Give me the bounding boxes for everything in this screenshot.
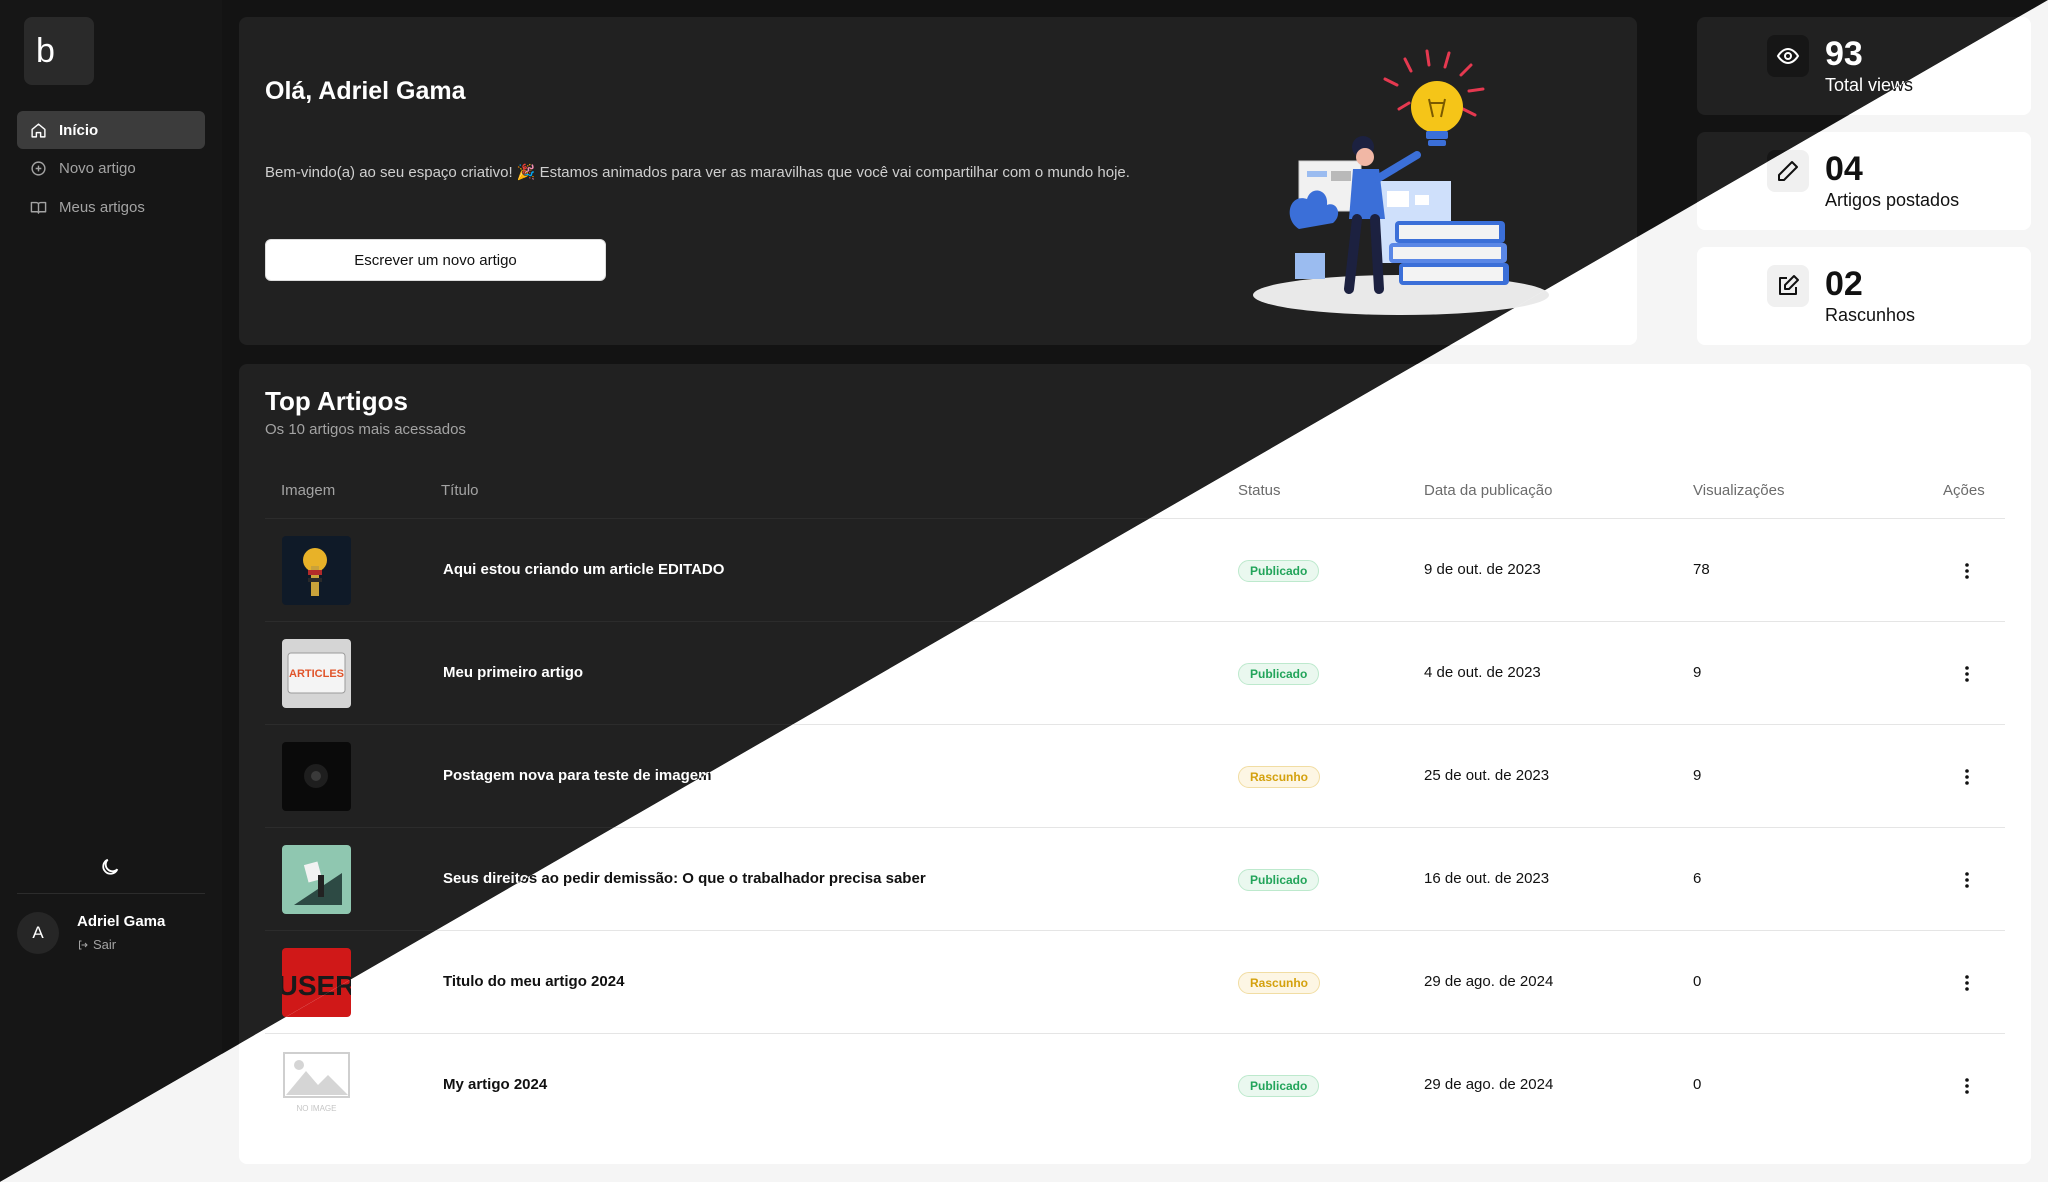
view-count: 6 (1693, 870, 1702, 887)
col-header-views: Visualizações (1693, 482, 1785, 499)
stat-value: 04 (1825, 150, 1863, 188)
thumb-articles-text: ARTICLES (289, 668, 344, 680)
more-vertical-icon[interactable] (1955, 559, 1979, 583)
status-badge: Publicado (1238, 869, 1320, 891)
sidebar-item-label: Novo artigo (59, 159, 136, 177)
publish-date: 29 de ago. de 2024 (1424, 973, 1554, 990)
sidebar-item-label: Início (59, 121, 99, 139)
sidebar-item-inicio[interactable]: Início (17, 111, 205, 149)
status-badge: Publicado (1238, 663, 1320, 685)
col-header-actions: Ações (1943, 482, 1985, 499)
publish-date: 25 de out. de 2023 (1424, 767, 1550, 784)
publish-date: 9 de out. de 2023 (1424, 561, 1541, 578)
publish-date: 16 de out. de 2023 (1424, 870, 1550, 887)
table-row[interactable]: USER Titulo do meu artigo 2024 Rascunho … (265, 931, 2005, 1034)
more-vertical-icon[interactable] (1955, 765, 1979, 789)
article-title[interactable]: Meu primeiro artigo (443, 664, 583, 681)
stat-label: Rascunhos (1825, 305, 1916, 325)
plus-circle-icon (31, 160, 46, 176)
more-vertical-icon[interactable] (1955, 971, 1979, 995)
eye-icon (1767, 35, 1809, 77)
article-title[interactable]: My artigo 2024 (443, 1076, 547, 1093)
article-thumbnail: ARTICLES (282, 639, 351, 708)
col-header-image: Imagem (281, 482, 336, 499)
more-vertical-icon[interactable] (1955, 1074, 1979, 1098)
sidebar-item-meus-artigos[interactable]: Meus artigos (17, 188, 205, 226)
book-open-icon (30, 201, 47, 214)
stat-card-drafts: 02 Rascunhos (1697, 247, 2031, 345)
edit-square-icon (1767, 265, 1809, 307)
view-count: 0 (1693, 1076, 1702, 1093)
publish-date: 4 de out. de 2023 (1424, 664, 1541, 681)
status-badge: Publicado (1238, 1075, 1320, 1097)
article-title[interactable]: Postagem nova para teste de imagem (443, 767, 711, 784)
table-row[interactable]: NO IMAGE My artigo 2024 Publicado 29 de … (265, 1034, 2005, 1137)
stat-value: 93 (1825, 35, 1863, 73)
sidebar: b Início Novo artigo Meus artigos A Adri… (0, 0, 222, 1182)
status-badge: Publicado (1238, 560, 1320, 582)
sidebar-divider (17, 893, 205, 894)
status-badge: Rascunho (1238, 766, 1321, 788)
signout-link[interactable]: Sair (77, 937, 116, 952)
view-count: 0 (1693, 973, 1702, 990)
write-article-button[interactable]: Escrever um novo artigo (265, 239, 606, 281)
view-count: 78 (1693, 561, 1710, 578)
article-title[interactable]: Aqui estou criando um article EDITADO (443, 561, 724, 578)
signout-label: Sair (93, 937, 117, 952)
col-header-status: Status (1238, 482, 1281, 499)
article-thumbnail (282, 536, 351, 605)
welcome-message: Bem-vindo(a) ao seu espaço criativo! 🎉 E… (265, 164, 1130, 181)
status-badge: Rascunho (1238, 972, 1321, 994)
stat-label: Artigos postados (1825, 190, 1960, 210)
avatar[interactable]: A (17, 912, 59, 954)
home-icon (31, 122, 46, 138)
col-header-date: Data da publicação (1424, 482, 1553, 499)
thumb-no-image-text: NO IMAGE (296, 1104, 336, 1113)
stat-value: 02 (1825, 265, 1863, 303)
welcome-card: Olá, Adriel Gama Bem-vindo(a) ao seu esp… (239, 17, 1637, 345)
section-title: Top Artigos (265, 386, 408, 416)
logout-icon (79, 940, 88, 949)
sidebar-item-novo-artigo[interactable]: Novo artigo (17, 149, 205, 187)
article-title[interactable]: Titulo do meu artigo 2024 (443, 973, 624, 990)
more-vertical-icon[interactable] (1955, 868, 1979, 892)
app-logo[interactable]: b (24, 17, 94, 85)
article-thumbnail: NO IMAGE (282, 1051, 351, 1120)
publish-date: 29 de ago. de 2024 (1424, 1076, 1554, 1093)
more-vertical-icon[interactable] (1955, 662, 1979, 686)
user-name: Adriel Gama (77, 913, 166, 930)
article-thumbnail (282, 742, 351, 811)
sidebar-item-label: Meus artigos (59, 198, 145, 216)
col-header-title: Título (441, 482, 479, 499)
idea-illustration (1253, 49, 1549, 315)
article-thumbnail (282, 845, 351, 914)
view-count: 9 (1693, 767, 1702, 784)
view-count: 9 (1693, 664, 1702, 681)
section-subtitle: Os 10 artigos mais acessados (265, 421, 466, 438)
greeting-title: Olá, Adriel Gama (265, 77, 466, 105)
theme-toggle-moon-icon[interactable] (99, 856, 121, 878)
